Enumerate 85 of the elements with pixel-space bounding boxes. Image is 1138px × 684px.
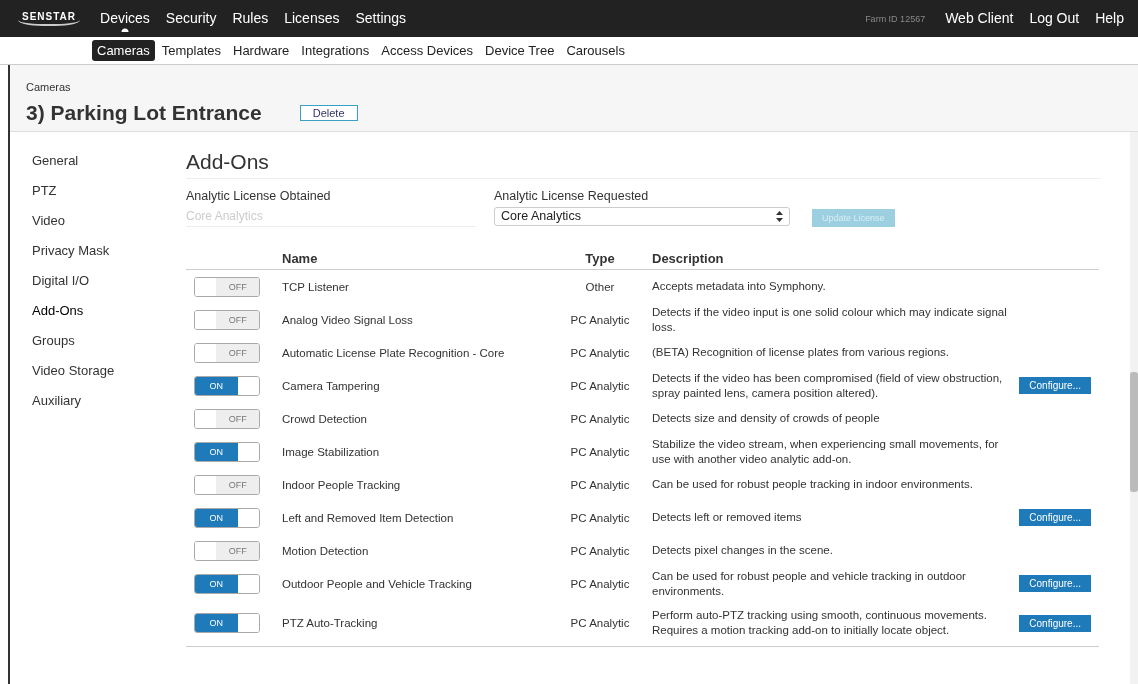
addon-type: PC Analytic: [569, 617, 631, 629]
scrollbar[interactable]: [1130, 132, 1138, 684]
column-header: Type: [584, 250, 616, 266]
addon-name: PTZ Auto-Tracking: [282, 617, 379, 629]
addon-name: TCP Listener: [282, 280, 350, 293]
addon-name: Analog Video Signal Loss: [282, 313, 414, 326]
toggle-switch[interactable]: ON: [194, 441, 260, 462]
sidebar-item[interactable]: Auxiliary: [32, 392, 186, 422]
addon-name: Indoor People Tracking: [282, 478, 402, 491]
license-dropdown[interactable]: Core Analytics: [494, 206, 790, 226]
sidebar-item[interactable]: Privacy Mask: [32, 242, 186, 272]
addon-type: PC Analytic: [569, 412, 631, 425]
configure-button[interactable]: Configure...: [1019, 614, 1091, 632]
addon-description: Detects pixel changes in the scene.: [651, 543, 834, 558]
addon-name: Motion Detection: [282, 544, 370, 557]
addon-type: PC Analytic: [569, 577, 631, 590]
page-title: 3) Parking Lot Entrance: [26, 101, 262, 125]
toggle-switch[interactable]: OFF: [194, 309, 260, 330]
sub-nav-tab[interactable]: Templates: [156, 40, 226, 61]
sidebar-item[interactable]: Video: [32, 212, 186, 242]
logo[interactable]: SENSTAR: [18, 11, 81, 26]
toggle-switch[interactable]: ON: [194, 613, 260, 633]
addon-name: Automatic License Plate Recognition - Core: [282, 346, 506, 359]
addon-name: Crowd Detection: [282, 412, 368, 425]
section-title: Add-Ons: [186, 150, 1101, 179]
toggle-switch[interactable]: ON: [194, 375, 260, 396]
addon-description: Can be used for robust people and vehicle tracking in outdoor environments.: [651, 568, 967, 599]
nav-tab[interactable]: Settings: [347, 5, 415, 32]
sub-nav-tab[interactable]: Access Devices: [376, 40, 479, 61]
sub-nav-tab[interactable]: Device Tree: [480, 40, 560, 61]
nav-link[interactable]: Log Out: [1021, 5, 1088, 32]
addon-name: Outdoor People and Vehicle Tracking: [282, 577, 473, 590]
toggle-switch[interactable]: OFF: [194, 408, 260, 429]
sidebar-item[interactable]: Video Storage: [32, 362, 186, 392]
configure-button[interactable]: Configure...: [1019, 509, 1091, 526]
addon-name: Camera Tampering: [282, 379, 381, 392]
addon-name: Left and Removed Item Detection: [282, 511, 455, 524]
toggle-switch[interactable]: OFF: [194, 342, 260, 363]
addon-type: PC Analytic: [569, 313, 631, 326]
column-header: Description: [651, 250, 725, 266]
addon-type: Other: [584, 280, 616, 293]
addon-name: Image Stabilization: [282, 445, 381, 458]
sub-nav-tab[interactable]: Hardware: [228, 40, 295, 61]
addon-type: PC Analytic: [569, 544, 631, 557]
sub-nav-tab[interactable]: Cameras: [92, 40, 155, 61]
addon-description: Stabilize the video stream, when experiencing small movements, for use with another video analytic add-on.: [651, 436, 1000, 467]
farm-id: Farm ID 12567: [865, 13, 926, 24]
nav-link[interactable]: Web Client: [937, 5, 1022, 32]
addon-description: Can be used for robust people tracking in indoor environments.: [651, 477, 974, 492]
nav-tab[interactable]: Rules: [224, 5, 277, 32]
addon-description: Detects if the video has been compromised (field of view obstruction, spray painted lens, camera position altered).: [651, 370, 1004, 401]
sub-nav-tab[interactable]: Carousels: [561, 40, 630, 61]
column-header: Name: [282, 250, 319, 266]
toggle-switch[interactable]: OFF: [194, 540, 260, 561]
toggle-switch[interactable]: OFF: [194, 276, 260, 297]
sidebar-item[interactable]: PTZ: [32, 182, 186, 212]
toggle-switch[interactable]: ON: [194, 573, 260, 594]
addon-description: Detects left or removed items: [651, 510, 803, 525]
addon-description: Perform auto-PTZ tracking using smooth, continuous movements. Requires a motion tracking add-on to initially locate object.: [651, 608, 988, 638]
sidebar-item[interactable]: Digital I/O: [32, 272, 186, 302]
breadcrumb[interactable]: Cameras: [26, 81, 71, 93]
addon-description: Detects size and density of crowds of people: [651, 411, 881, 426]
field-label: Analytic License Requested: [494, 189, 650, 203]
nav-link[interactable]: Help: [1087, 5, 1132, 32]
addon-type: PC Analytic: [569, 346, 631, 359]
nav-tab[interactable]: Licenses: [276, 5, 348, 32]
addon-description: Detects if the video input is one solid colour which may indicate signal loss.: [651, 304, 1008, 335]
configure-button[interactable]: Configure...: [1019, 377, 1091, 394]
sub-nav-tab[interactable]: Integrations: [296, 40, 375, 61]
field-label: Analytic License Obtained: [186, 189, 332, 203]
addon-type: PC Analytic: [569, 511, 631, 524]
sidebar-item[interactable]: Add-Ons: [32, 302, 186, 332]
toggle-switch[interactable]: ON: [194, 507, 260, 528]
sidebar-item[interactable]: General: [32, 152, 186, 182]
addon-type: PC Analytic: [569, 379, 631, 392]
toggle-switch[interactable]: OFF: [194, 474, 260, 495]
spinner-arrows-icon: [776, 210, 783, 222]
configure-button[interactable]: Configure...: [1019, 575, 1091, 592]
addon-description: (BETA) Recognition of license plates from various regions.: [651, 345, 950, 360]
delete-button[interactable]: Delete: [299, 105, 358, 121]
addon-type: PC Analytic: [569, 445, 631, 458]
addon-description: Accepts metadata into Symphony.: [651, 279, 827, 294]
addon-type: PC Analytic: [569, 478, 631, 491]
sidebar-item[interactable]: Groups: [32, 332, 186, 362]
nav-tab[interactable]: Security: [157, 5, 225, 32]
